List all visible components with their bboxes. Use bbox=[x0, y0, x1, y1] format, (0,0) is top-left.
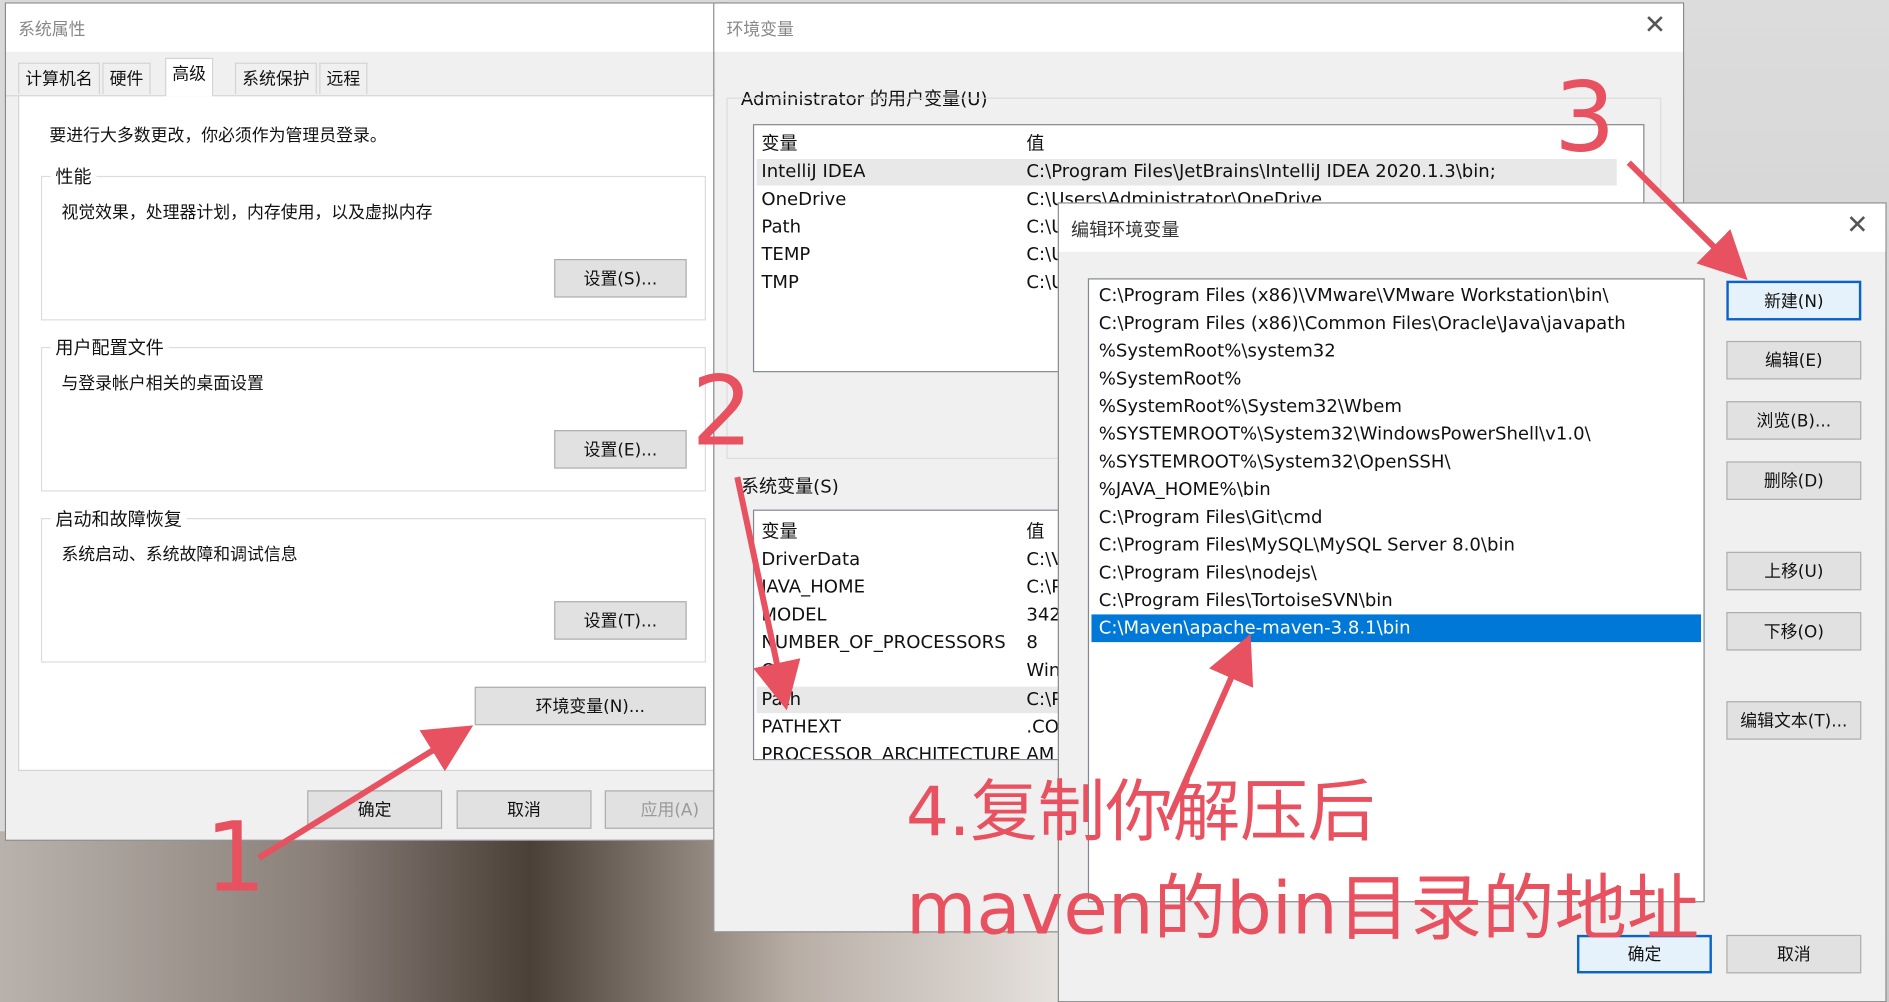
screenshot-stage: 系统属性 计算机名 硬件 高级 系统保护 远程 要进行大多数更改，你必须作为管理… bbox=[0, 0, 1889, 1002]
arrow-step2 bbox=[734, 476, 801, 711]
annotation-step1: 1 bbox=[204, 801, 267, 914]
annotation-step4-line2: maven的bin目录的地址 bbox=[905, 867, 1700, 952]
annotation-step2: 2 bbox=[691, 355, 753, 468]
arrow-step3 bbox=[1626, 160, 1748, 281]
annotation-step4-line1: 4.复制你解压后 bbox=[905, 773, 1376, 852]
annotation-step3: 3 bbox=[1554, 61, 1616, 174]
arrow-step1 bbox=[257, 725, 474, 861]
